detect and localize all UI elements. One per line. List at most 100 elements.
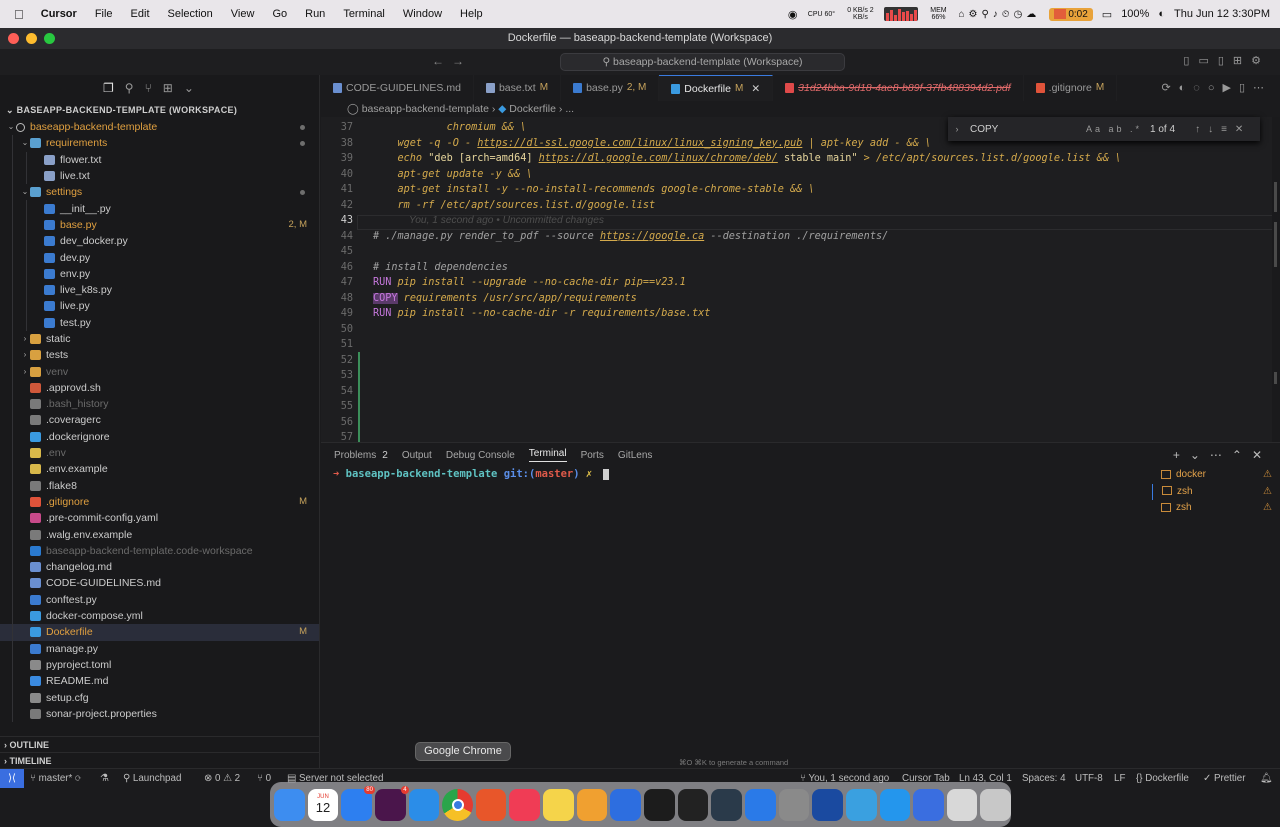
tree-item-flake8[interactable]: .flake8: [0, 477, 319, 494]
battery-icon[interactable]: ▭: [1102, 8, 1112, 21]
menu-edit[interactable]: Edit: [122, 8, 159, 20]
tree-item-base-py[interactable]: base.py 2, M: [0, 216, 319, 234]
dock-bitwarden-icon[interactable]: [812, 788, 843, 821]
breadcrumb-file[interactable]: Dockerfile: [509, 103, 556, 115]
indentation-status[interactable]: Spaces: 4: [1022, 769, 1066, 788]
tab-output[interactable]: Output: [402, 450, 432, 461]
branch-status[interactable]: ⑂ master* ⟳: [30, 769, 81, 788]
dock-tasks-icon[interactable]: [744, 788, 776, 821]
terminal-item-zsh[interactable]: zsh ⚠: [1152, 483, 1280, 500]
menu-terminal[interactable]: Terminal: [334, 8, 394, 20]
tree-item-pre-commit-config-yaml[interactable]: .pre-commit-config.yaml: [0, 510, 319, 527]
tab-31d24bba-9d18-4ae8-b89f-37fb488394d2[interactable]: 31d24bba-9d18-4ae8-b89f-37fb488394d2.pdf: [773, 75, 1024, 101]
tab-base[interactable]: base.py 2, M: [561, 75, 660, 101]
prettier-status[interactable]: ✓ Prettier: [1203, 769, 1246, 788]
menu-selection[interactable]: Selection: [159, 8, 222, 20]
tree-item-test-py[interactable]: test.py: [0, 314, 319, 331]
source-control-icon[interactable]: ⑂: [145, 81, 152, 95]
dock-chrome-icon[interactable]: [442, 788, 473, 821]
dock-xcode-icon[interactable]: [610, 788, 642, 821]
editor-action-icons[interactable]: ⟳◐◌○▶▯⋯: [1161, 81, 1272, 94]
tab-code-guidelines[interactable]: CODE-GUIDELINES.md: [321, 75, 474, 101]
tree-item-live-k8s-py[interactable]: live_k8s.py: [0, 281, 319, 299]
tree-item-env-example[interactable]: .env.example: [0, 461, 319, 478]
dock-trash-icon[interactable]: [980, 788, 1012, 821]
tree-item-pyproject-toml[interactable]: pyproject.toml: [0, 656, 319, 674]
tab-debug-console[interactable]: Debug Console: [446, 450, 515, 461]
tree-item-dockerignore[interactable]: .dockerignore: [0, 428, 319, 445]
tree-item-changelog-md[interactable]: changelog.md: [0, 559, 319, 576]
dock-translate-icon[interactable]: [913, 788, 944, 821]
breadcrumb-more[interactable]: ...: [565, 103, 574, 115]
tree-item-init-py[interactable]: __init__.py: [0, 200, 319, 217]
terminal-item-zsh[interactable]: zsh ⚠: [1152, 500, 1280, 517]
dock-finder-icon[interactable]: [274, 788, 305, 821]
zoom-window-button[interactable]: [44, 33, 55, 44]
language-status[interactable]: {} Dockerfile: [1136, 769, 1189, 788]
panel-action-icons[interactable]: +⌄⋯⌃✕: [1173, 448, 1272, 462]
tab-[interactable]: .gitignore M: [1024, 75, 1118, 101]
terminal-item-docker[interactable]: docker ⚠: [1152, 467, 1280, 484]
find-navigation-icons[interactable]: ↑↓≡✕: [1195, 124, 1251, 135]
dock-settings-icon[interactable]: [778, 788, 810, 821]
menubar-datetime[interactable]: Thu Jun 12 3:30PM: [1174, 8, 1270, 20]
tree-item-code-guidelines-md[interactable]: CODE-GUIDELINES.md: [0, 575, 319, 592]
tab-gitlens[interactable]: GitLens: [618, 450, 652, 461]
tree-item-dev-py[interactable]: dev.py: [0, 249, 319, 266]
tree-item-readme-md[interactable]: README.md: [0, 673, 319, 690]
dock-slack-icon[interactable]: 4: [374, 785, 409, 821]
minimap-scrollbar[interactable]: [1272, 117, 1280, 442]
apple-icon[interactable]: : [0, 7, 32, 22]
files-icon[interactable]: ❐: [103, 81, 114, 95]
tree-item-env[interactable]: .env: [0, 444, 319, 462]
dock-calendar-icon[interactable]: JUN 12: [307, 788, 339, 821]
sync-icon[interactable]: ⚗: [100, 769, 109, 788]
tree-item-requirements[interactable]: ⌄ requirements: [0, 135, 319, 152]
dock-terminal-icon[interactable]: [677, 788, 709, 821]
nav-back-forward[interactable]: ←→: [432, 54, 472, 68]
ports-status[interactable]: ⑂ 0: [257, 769, 271, 788]
tab-terminal[interactable]: Terminal: [528, 448, 567, 462]
tree-item-live-py[interactable]: live.py: [0, 298, 319, 315]
memory-usage[interactable]: MEM 66%: [927, 7, 949, 21]
dock-lab-icon[interactable]: [711, 788, 742, 821]
tree-item-flower-txt[interactable]: flower.txt: [0, 151, 319, 168]
command-center-search[interactable]: ⚲ baseapp-backend-template (Workspace): [560, 53, 845, 71]
close-window-button[interactable]: [8, 33, 19, 44]
toggle-replace-icon[interactable]: ›: [948, 124, 966, 134]
close-icon[interactable]: ✕: [751, 76, 760, 102]
tab-problems[interactable]: Problems 2: [334, 450, 388, 461]
status-icons[interactable]: ⌂⚙⚲♪⏲◷☁: [958, 9, 1040, 20]
tree-item-approvd-sh[interactable]: .approvd.sh: [0, 379, 319, 397]
dock-firefox-icon[interactable]: [475, 788, 507, 821]
tree-item-tests[interactable]: › tests: [0, 347, 319, 364]
menu-window[interactable]: Window: [394, 8, 451, 20]
dock-photos-icon[interactable]: [576, 788, 608, 821]
tree-item-venv[interactable]: › venv: [0, 363, 319, 380]
menu-file[interactable]: File: [86, 8, 122, 20]
network-speed[interactable]: 0 KB/s 2 KB/s: [845, 7, 875, 21]
dock-app-store-icon[interactable]: 80: [341, 785, 375, 821]
dock-preview-icon[interactable]: [946, 788, 978, 821]
terminal-output[interactable]: ➜ baseapp-backend-template git:(master) …: [333, 468, 609, 480]
tree-item-baseapp-backend-template-code-workspace[interactable]: baseapp-backend-template.code-workspace: [0, 542, 319, 560]
tree-item-setup-cfg[interactable]: setup.cfg: [0, 689, 319, 706]
outline-section[interactable]: › OUTLINE: [0, 736, 319, 752]
menu-go[interactable]: Go: [263, 8, 296, 20]
menu-help[interactable]: Help: [451, 8, 492, 20]
breadcrumb-root[interactable]: baseapp-backend-template: [362, 103, 489, 115]
battery-percent[interactable]: 100%: [1121, 8, 1149, 20]
menu-run[interactable]: Run: [296, 8, 334, 20]
encoding-status[interactable]: UTF-8: [1075, 769, 1103, 788]
tree-item-walg-env-example[interactable]: .walg.env.example: [0, 526, 319, 543]
tree-item-dev-docker-py[interactable]: dev_docker.py: [0, 233, 319, 250]
remote-indicator[interactable]: ⟩⟨: [0, 769, 24, 788]
problems-status[interactable]: ⊗ 0 ⚠ 2: [204, 769, 240, 788]
tree-item-manage-py[interactable]: manage.py: [0, 640, 319, 657]
extensions-icon[interactable]: ⊞: [163, 81, 173, 95]
layout-toggle-icons[interactable]: ▯▭▯⊞⚙: [1183, 54, 1270, 67]
minimize-window-button[interactable]: [26, 33, 37, 44]
tree-item-settings[interactable]: ⌄ settings: [0, 184, 319, 201]
dock-safari-icon[interactable]: [408, 788, 440, 821]
code-editor[interactable]: 37 chromium && \ 38 wget -q -O - https://…: [321, 117, 1280, 442]
